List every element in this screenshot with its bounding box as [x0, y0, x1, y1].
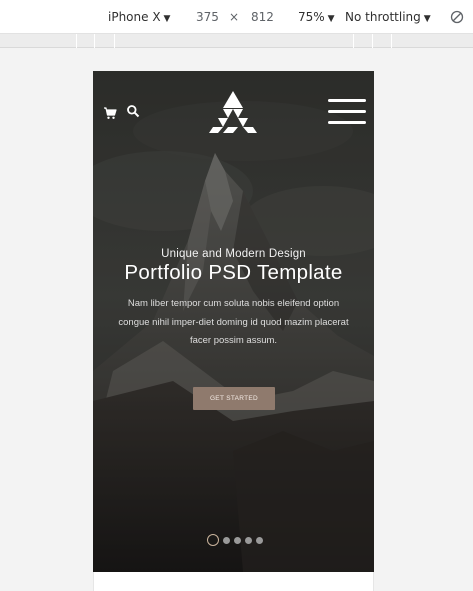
- slider-dot-2[interactable]: [223, 537, 230, 544]
- ruler-tick: [114, 34, 115, 48]
- dimension-separator: ×: [229, 10, 240, 24]
- device-select[interactable]: iPhone X ▼: [108, 10, 170, 26]
- throttling-select[interactable]: No throttling ▼: [345, 10, 431, 26]
- ruler-tick: [76, 34, 77, 48]
- ruler-tick: [391, 34, 392, 48]
- ruler-tick: [353, 34, 354, 48]
- devtools-device-toolbar: iPhone X ▼ 375 × 812 75% ▼ No throttling ▼: [0, 0, 473, 34]
- height-field[interactable]: 812: [251, 10, 274, 24]
- menu-line: [328, 99, 366, 102]
- zoom-select[interactable]: 75% ▼: [298, 10, 335, 26]
- throttling-caret-icon: ▼: [423, 14, 431, 24]
- hamburger-menu-icon[interactable]: [328, 99, 366, 125]
- hero-description: Nam liber tempor cum soluta nobis eleife…: [118, 298, 349, 346]
- zoom-caret-icon: ▼: [327, 14, 335, 24]
- hero-subtitle: Unique and Modern Design: [161, 248, 306, 260]
- get-started-button[interactable]: GET STARTED: [193, 387, 275, 410]
- throttling-value: No throttling: [345, 10, 421, 24]
- slider-dot-1[interactable]: [207, 534, 219, 546]
- media-query-ruler[interactable]: [0, 34, 473, 48]
- width-field[interactable]: 375: [196, 10, 219, 24]
- slider-dot-3[interactable]: [234, 537, 241, 544]
- device-viewport: Unique and Modern Design Portfolio PSD T…: [93, 71, 374, 572]
- ruler-tick: [94, 34, 95, 48]
- slider-dot-4[interactable]: [245, 537, 252, 544]
- device-name: iPhone X: [108, 10, 161, 24]
- triangle-logo[interactable]: [209, 91, 257, 133]
- menu-line: [328, 121, 366, 124]
- ruler-tick: [372, 34, 373, 48]
- search-icon[interactable]: [126, 104, 140, 118]
- rotate-icon[interactable]: [450, 10, 464, 24]
- device-caret-icon: ▼: [163, 14, 171, 24]
- page-section-below: [93, 572, 374, 591]
- slider-dot-5[interactable]: [256, 537, 263, 544]
- cart-icon[interactable]: [103, 106, 117, 120]
- zoom-value: 75%: [298, 10, 325, 24]
- menu-line: [328, 110, 366, 113]
- hero-title: Portfolio PSD Template: [124, 261, 343, 284]
